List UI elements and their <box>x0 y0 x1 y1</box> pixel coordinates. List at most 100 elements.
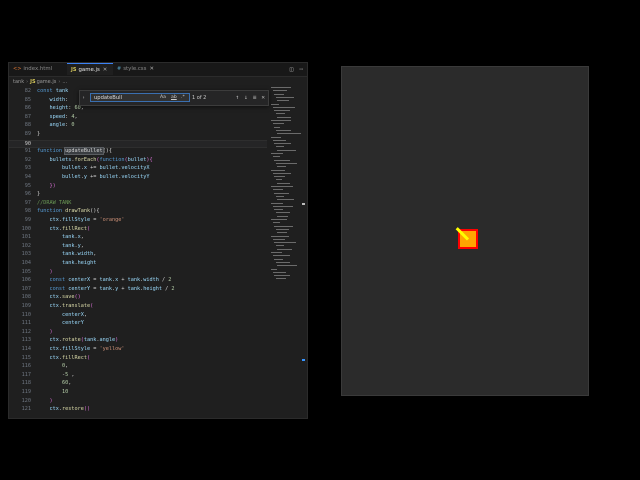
code-line[interactable]: 111 centerY <box>9 319 267 328</box>
code-line[interactable]: 95 }) <box>9 182 267 191</box>
code-text: const tank <box>37 88 69 94</box>
line-number: 117 <box>21 371 31 378</box>
code-line[interactable]: 96} <box>9 190 267 199</box>
tab-label: index.html <box>23 66 53 72</box>
code-line[interactable]: 102 tank.y, <box>9 242 267 251</box>
code-area[interactable]: 82 const tank 85 width: 86 height: 60, 87 sp… <box>9 87 267 418</box>
tab-index-html[interactable]: <> index.html <box>13 63 63 76</box>
code-line[interactable]: 113 ctx.rotate(tank.angle) <box>9 336 267 345</box>
selection-filter-icon[interactable]: ≡ <box>253 94 257 101</box>
find-actions: ↑ ↓ ≡ ✕ <box>231 91 266 105</box>
minimap[interactable] <box>271 87 301 287</box>
code-text: ctx.save() <box>49 294 81 301</box>
code-line[interactable]: 109 ctx.translate( <box>9 302 267 311</box>
line-number: 121 <box>21 406 31 413</box>
match-case-toggle[interactable]: Aa <box>160 91 166 105</box>
arrow-up-icon[interactable]: ↑ <box>236 94 240 101</box>
line-number: 120 <box>21 397 31 404</box>
code-text: bullets.forEach(function(bullet){ <box>49 156 153 163</box>
more-actions-icon[interactable]: ⋯ <box>299 66 303 73</box>
code-text: const centerX = tank.x + tank.width / 2 <box>49 277 172 284</box>
minimap-line <box>271 169 285 171</box>
code-line[interactable]: 100 ctx.fillRect( <box>9 225 267 234</box>
line-number: 112 <box>21 328 31 335</box>
find-widget: › updateBull Aa ab .* 1 of 2 ↑ ↓ ≡ ✕ <box>79 90 269 106</box>
code-line[interactable]: 101 tank.x, <box>9 233 267 242</box>
breadcrumb-file[interactable]: game.js <box>37 79 57 85</box>
minimap-line <box>277 166 286 168</box>
game-canvas[interactable] <box>341 66 589 396</box>
minimap-line <box>274 110 290 112</box>
minimap-line <box>275 261 290 263</box>
minimap-line <box>274 192 289 194</box>
code-line[interactable]: 110 centerX, <box>9 311 267 320</box>
regex-toggle[interactable]: .* <box>181 91 185 105</box>
code-line[interactable]: 118 60, <box>9 379 267 388</box>
minimap-line <box>271 202 283 204</box>
code-line[interactable]: 87 speed: 4, <box>9 113 267 122</box>
minimap-line <box>271 153 283 154</box>
code-line[interactable]: 106 const centerX = tank.x + tank.width … <box>9 276 267 285</box>
line-number: 109 <box>21 303 31 309</box>
code-line[interactable]: 97 //DRAW TANK <box>9 199 267 208</box>
arrow-down-icon[interactable]: ↓ <box>244 94 248 101</box>
minimap-line <box>277 116 291 118</box>
close-icon[interactable]: ✕ <box>149 66 154 72</box>
code-text: 0, <box>62 363 69 370</box>
minimap-line <box>271 120 291 121</box>
code-line[interactable]: 115 ctx.fillRect( <box>9 354 267 363</box>
code-line[interactable]: 92 bullets.forEach(function(bullet){ <box>9 156 267 165</box>
code-line[interactable]: 94 bullet.y += bullet.velocityY <box>9 173 267 182</box>
code-line[interactable]: 104 tank.height <box>9 259 267 268</box>
line-number: 94 <box>24 174 31 180</box>
chevron-right-icon[interactable]: › <box>82 91 85 105</box>
line-number: 106 <box>21 277 31 284</box>
minimap-line <box>272 255 290 257</box>
code-line[interactable]: 103 tank.width, <box>9 250 267 259</box>
breadcrumb-folder[interactable]: tank <box>13 79 24 85</box>
code-line[interactable]: 120 ) <box>9 397 267 406</box>
code-line[interactable]: 89} <box>9 130 267 139</box>
code-line[interactable]: 88 angle: 0 <box>9 121 267 130</box>
minimap-line <box>277 149 296 151</box>
code-line[interactable]: 107 const centerY = tank.y + tank.height… <box>9 285 267 294</box>
line-number: 89 <box>24 131 31 137</box>
breadcrumb-more[interactable]: ... <box>62 79 67 85</box>
code-line[interactable]: 91 function updateBullet(){ <box>9 147 267 156</box>
html-file-icon: <> <box>13 66 22 72</box>
close-icon[interactable]: ✕ <box>261 94 265 101</box>
line-number: 92 <box>24 156 31 163</box>
code-text: } <box>37 131 41 137</box>
minimap-line <box>274 93 284 95</box>
minimap-line <box>271 103 279 105</box>
code-line[interactable]: 114 ctx.fillStyle = 'yellow' <box>9 345 267 354</box>
code-line[interactable]: 112 ) <box>9 328 267 337</box>
close-icon[interactable]: ✕ <box>103 67 108 73</box>
line-number: 99 <box>24 217 31 223</box>
code-text: }) <box>49 182 56 189</box>
code-line[interactable]: 119 10 <box>9 388 267 397</box>
tab-style-css[interactable]: # style.css ✕ <box>117 63 163 76</box>
code-text: ctx.fillStyle = 'yellow' <box>49 346 125 352</box>
code-line[interactable]: 121 ctx.restore() <box>9 405 267 414</box>
minimap-line <box>274 209 283 211</box>
code-line[interactable]: 116 0, <box>9 362 267 371</box>
minimap-line <box>277 199 294 201</box>
minimap-line <box>277 248 292 250</box>
code-line[interactable]: 117 -5 , <box>9 371 267 380</box>
editor-tab-bar: <> index.html JS game.js ✕ # style.css ✕ ◫ ⋯ <box>9 63 307 77</box>
code-text: const centerY = tank.y + tank.height / 2 <box>49 285 175 292</box>
vertical-scrollbar[interactable] <box>301 87 305 418</box>
line-number: 90 <box>24 140 31 147</box>
code-line[interactable]: 108 ctx.save() <box>9 293 267 302</box>
line-number: 116 <box>21 363 31 370</box>
tab-game-js[interactable]: JS game.js ✕ <box>67 63 113 75</box>
minimap-line <box>274 242 296 244</box>
code-line[interactable]: 98 function drawTank(){ <box>9 207 267 216</box>
code-line[interactable]: 93 bullet.x += bullet.velocityX <box>9 164 267 173</box>
breadcrumb: tank › JSgame.js ›... <box>13 78 67 86</box>
code-line[interactable]: 99 ctx.fillStyle = 'orange' <box>9 216 267 225</box>
split-editor-icon[interactable]: ◫ <box>290 66 294 73</box>
code-line[interactable]: 105 ) <box>9 268 267 277</box>
whole-word-toggle[interactable]: ab <box>171 91 177 105</box>
